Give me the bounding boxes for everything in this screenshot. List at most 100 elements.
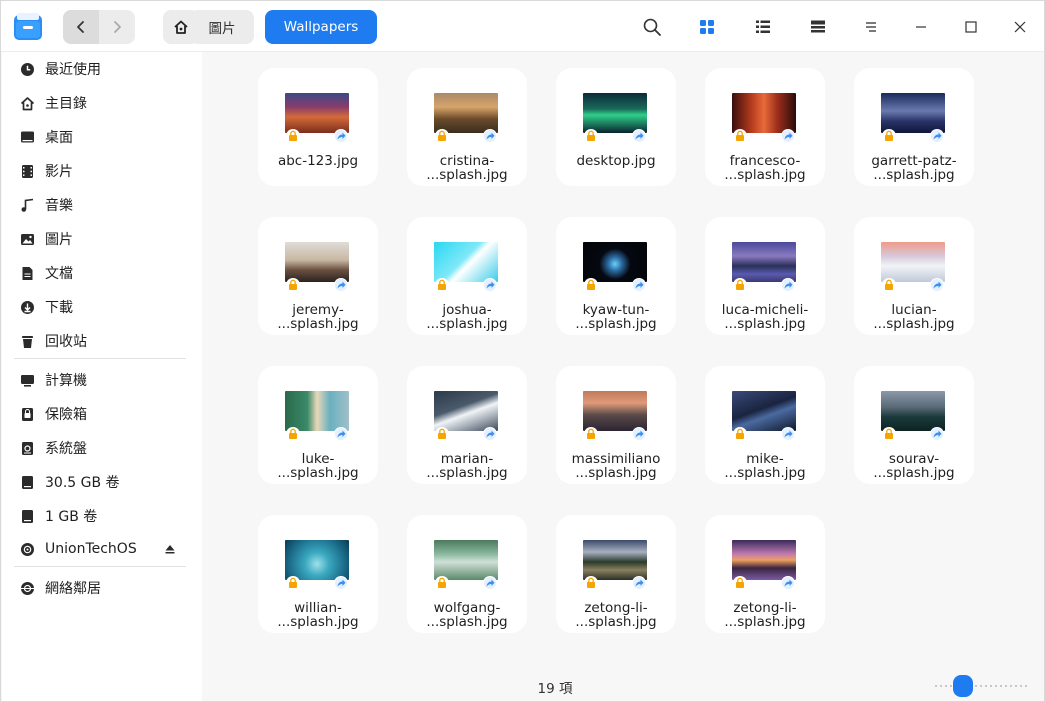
file-name-line2: ...splash.jpg xyxy=(426,316,508,332)
sidebar-item-uniontechos[interactable]: UnionTechOS xyxy=(2,532,202,566)
sidebar-item-documents[interactable]: 文檔 xyxy=(2,256,202,290)
file-item[interactable]: luca-micheli- ...splash.jpg xyxy=(705,217,825,335)
file-name: francesco- ...splash.jpg xyxy=(705,154,825,182)
file-item[interactable]: cristina- ...splash.jpg xyxy=(407,68,527,186)
share-icon xyxy=(632,278,646,292)
sidebar-item-desktop[interactable]: 桌面 xyxy=(2,120,202,154)
lock-icon xyxy=(435,576,449,590)
file-item[interactable]: francesco- ...splash.jpg xyxy=(705,68,825,186)
file-manager-logo-icon xyxy=(14,13,42,40)
file-thumbnail xyxy=(732,242,796,282)
file-name-line1: marian- xyxy=(440,451,494,467)
file-item[interactable]: massimiliano ...splash.jpg xyxy=(556,366,676,484)
file-name: joshua- ...splash.jpg xyxy=(407,303,527,331)
disc-icon xyxy=(21,543,34,556)
close-button[interactable] xyxy=(1007,14,1033,40)
file-item[interactable]: joshua- ...splash.jpg xyxy=(407,217,527,335)
icon-view-button[interactable] xyxy=(694,14,720,40)
file-item[interactable]: zetong-li- ...splash.jpg xyxy=(705,515,825,633)
forward-button[interactable] xyxy=(99,10,135,44)
breadcrumb-current[interactable]: Wallpapers xyxy=(265,10,377,44)
lock-icon xyxy=(584,129,598,143)
file-item[interactable]: abc-123.jpg xyxy=(258,68,378,186)
file-item[interactable]: kyaw-tun- ...splash.jpg xyxy=(556,217,676,335)
sidebar-item-label: 保險箱 xyxy=(45,407,87,423)
file-name: sourav- ...splash.jpg xyxy=(854,452,974,480)
eject-icon[interactable] xyxy=(164,543,176,555)
share-icon xyxy=(930,129,944,143)
menu-button[interactable] xyxy=(858,14,884,40)
maximize-button[interactable] xyxy=(958,14,984,40)
share-icon xyxy=(334,576,348,590)
file-item[interactable]: sourav- ...splash.jpg xyxy=(854,366,974,484)
minimize-icon xyxy=(916,26,926,28)
close-icon xyxy=(1014,21,1026,33)
file-item[interactable]: lucian- ...splash.jpg xyxy=(854,217,974,335)
search-button[interactable] xyxy=(639,14,665,40)
sidebar-item-home[interactable]: 主目錄 xyxy=(2,86,202,120)
sidebar-item-network[interactable]: 網絡鄰居 xyxy=(2,571,202,605)
share-icon xyxy=(781,278,795,292)
detail-view-button[interactable] xyxy=(805,14,831,40)
sidebar-item-label: 網絡鄰居 xyxy=(45,581,101,597)
file-name-line1: desktop.jpg xyxy=(576,153,656,169)
sidebar-item-label: 影片 xyxy=(45,164,73,180)
sidebar-item-label: 最近使用 xyxy=(45,62,101,78)
file-item[interactable]: marian- ...splash.jpg xyxy=(407,366,527,484)
document-icon xyxy=(22,267,33,280)
sidebar-item-computer[interactable]: 計算機 xyxy=(2,363,202,397)
sidebar-item-downloads[interactable]: 下載 xyxy=(2,290,202,324)
file-name-line2: ...splash.jpg xyxy=(873,167,955,183)
sidebar-item-label: 30.5 GB 卷 xyxy=(45,475,120,491)
lock-icon xyxy=(584,576,598,590)
file-name-line1: garrett-patz- xyxy=(871,153,957,169)
music-icon xyxy=(21,198,34,212)
file-name: zetong-li- ...splash.jpg xyxy=(705,601,825,629)
back-button[interactable] xyxy=(63,10,99,44)
sidebar-item-system-disk[interactable]: 系統盤 xyxy=(2,431,202,465)
share-icon xyxy=(483,427,497,441)
file-name: lucian- ...splash.jpg xyxy=(854,303,974,331)
lock-icon xyxy=(584,427,598,441)
sidebar-item-volume-30gb[interactable]: 30.5 GB 卷 xyxy=(2,465,202,499)
file-item[interactable]: garrett-patz- ...splash.jpg xyxy=(854,68,974,186)
file-name: willian- ...splash.jpg xyxy=(258,601,378,629)
file-name-line1: francesco- xyxy=(729,153,801,169)
file-item[interactable]: desktop.jpg xyxy=(556,68,676,186)
file-manager-window: 圖片 Wallpapers 最近使用 主目錄 桌面 影片 音樂 圖片 文檔 下載… xyxy=(0,0,1045,702)
file-item[interactable]: jeremy- ...splash.jpg xyxy=(258,217,378,335)
file-name: cristina- ...splash.jpg xyxy=(407,154,527,182)
sidebar-item-pictures[interactable]: 圖片 xyxy=(2,222,202,256)
sidebar-item-trash[interactable]: 回收站 xyxy=(2,324,202,358)
file-item[interactable]: mike- ...splash.jpg xyxy=(705,366,825,484)
share-icon xyxy=(632,576,646,590)
zoom-slider-track[interactable] xyxy=(935,685,1027,687)
film-icon xyxy=(22,165,33,178)
lock-icon xyxy=(733,576,747,590)
sidebar-item-vault[interactable]: 保險箱 xyxy=(2,397,202,431)
list-view-icon xyxy=(756,20,770,33)
desktop-icon xyxy=(21,131,34,143)
list-view-button[interactable] xyxy=(750,14,776,40)
share-icon xyxy=(930,427,944,441)
sidebar-item-videos[interactable]: 影片 xyxy=(2,154,202,188)
sidebar-item-volume-1gb[interactable]: 1 GB 卷 xyxy=(2,499,202,533)
file-name-line1: joshua- xyxy=(442,302,492,318)
zoom-slider-handle[interactable] xyxy=(953,675,973,697)
lock-icon xyxy=(435,129,449,143)
sidebar-item-music[interactable]: 音樂 xyxy=(2,188,202,222)
file-item[interactable]: willian- ...splash.jpg xyxy=(258,515,378,633)
file-name: zetong-li- ...splash.jpg xyxy=(556,601,676,629)
file-name-line1: mike- xyxy=(746,451,784,467)
file-item[interactable]: luke- ...splash.jpg xyxy=(258,366,378,484)
share-icon xyxy=(781,427,795,441)
breadcrumb-parent[interactable]: 圖片 xyxy=(190,10,254,44)
sidebar-item-label: UnionTechOS xyxy=(45,541,137,557)
item-count-status: 19 項 xyxy=(537,681,573,697)
sidebar-item-recent[interactable]: 最近使用 xyxy=(2,52,202,86)
file-item[interactable]: zetong-li- ...splash.jpg xyxy=(556,515,676,633)
lock-icon xyxy=(882,278,896,292)
file-item[interactable]: wolfgang- ...splash.jpg xyxy=(407,515,527,633)
sidebar-item-label: 1 GB 卷 xyxy=(45,509,98,525)
minimize-button[interactable] xyxy=(908,14,934,40)
